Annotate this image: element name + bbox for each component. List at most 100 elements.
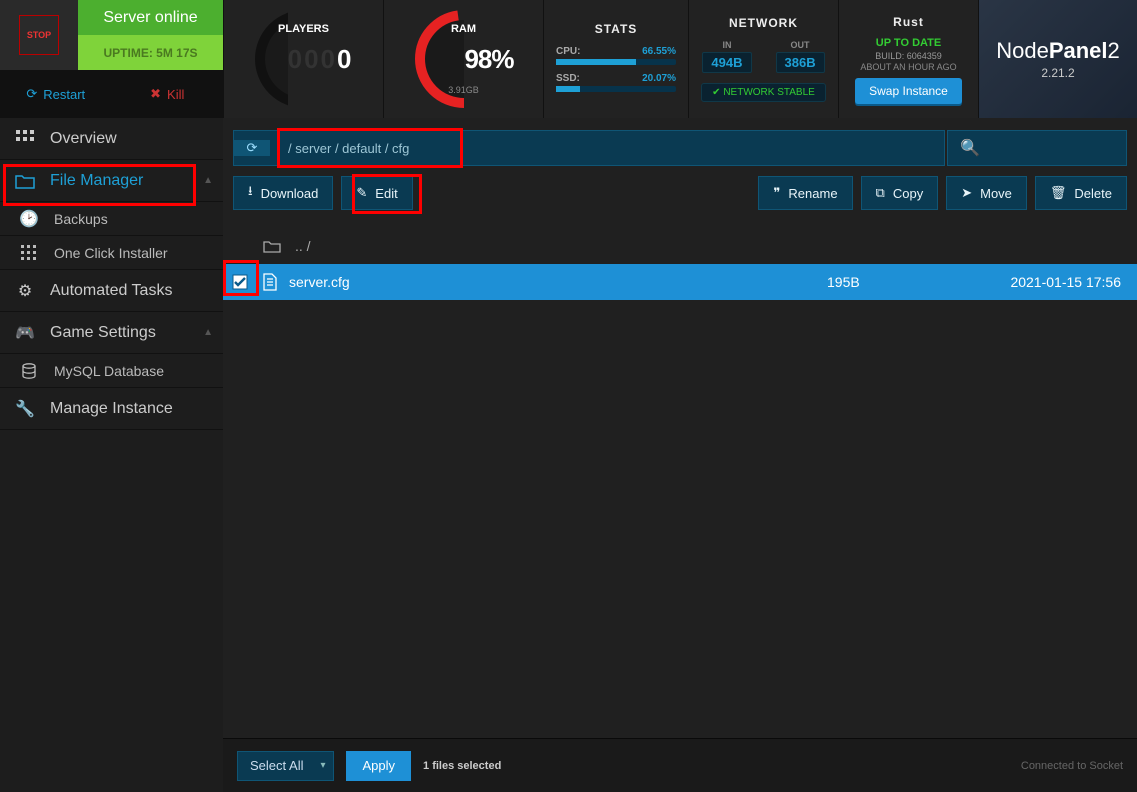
search-icon: 🔍 [960,138,980,158]
sidebar-item-manage[interactable]: 🔧 Manage Instance [0,388,223,430]
restart-button[interactable]: ⟳ Restart [0,70,112,118]
move-icon: ➤ [961,185,972,201]
database-icon [18,363,40,379]
sidebar-item-gamesettings[interactable]: 🎮 Game Settings ▲ [0,312,223,354]
restart-icon: ⟳ [26,86,37,102]
select-all-dropdown[interactable]: Select All [237,751,334,781]
gear-icon: ⚙ [14,281,36,301]
sidebar-oneclick-label: One Click Installer [54,245,168,261]
kill-label: Kill [167,87,184,102]
widget-brand: NodePanel2 2.21.2 [978,0,1137,118]
rust-build: BUILD: 6064359 [875,51,942,61]
file-row-up[interactable]: .. / [223,228,1137,264]
sidebar-item-backups[interactable]: 🕑 Backups [0,202,223,236]
copy-icon: ⧉ [876,185,885,201]
trash-icon: 🗑 [1050,185,1067,201]
refresh-icon[interactable]: ⟳ [234,140,270,156]
sidebar-manage-label: Manage Instance [50,400,173,418]
network-title: NETWORK [729,16,798,30]
grid-small-icon [18,245,40,261]
stats-title: STATS [595,22,638,36]
net-in-label: IN [702,40,751,50]
ssd-pct: 20.07% [642,73,676,84]
net-out-label: OUT [776,40,825,50]
top-bar: STOP Server online UPTIME: 5M 17S ⟳ Rest… [0,0,1137,118]
sidebar-backups-label: Backups [54,211,108,227]
file-name: server.cfg [283,274,827,290]
server-uptime: UPTIME: 5M 17S [78,35,223,70]
chevron-up-icon: ▲ [203,175,213,186]
delete-button[interactable]: 🗑 Delete [1035,176,1127,210]
sidebar-item-filemanager[interactable]: File Manager ▲ [0,160,223,202]
quote-icon: ❞ [773,185,780,201]
cpu-label: CPU: [556,46,580,57]
sidebar-mysql-label: MySQL Database [54,363,164,379]
players-value: 0 [337,44,353,74]
edit-button[interactable]: ✎ Edit [341,176,412,210]
sidebar: Overview File Manager ▲ 🕑 Backups One Cl… [0,118,223,792]
file-list: .. / server.cfg 195B 2021-01-15 17:56 [223,228,1137,300]
selection-info: 1 files selected [423,760,501,772]
restart-label: Restart [43,87,85,102]
net-in-val: 494B [702,52,751,73]
edit-icon: ✎ [356,185,367,201]
server-status: Server online [78,0,223,35]
connection-status: Connected to Socket [1021,760,1123,772]
kill-button[interactable]: ✖ Kill [112,70,224,118]
file-date: 2021-01-15 17:56 [967,274,1127,290]
widget-ram: RAM 98% 3.91GB [383,0,543,118]
sidebar-gamesettings-label: Game Settings [50,324,156,342]
widget-rust: Rust UP TO DATE BUILD: 6064359 ABOUT AN … [838,0,978,118]
gamepad-icon: 🎮 [14,323,36,343]
stop-icon: STOP [19,15,59,55]
net-out-val: 386B [776,52,825,73]
swap-instance-button[interactable]: Swap Instance [855,78,962,104]
widget-network: NETWORK IN 494B OUT 386B ✔ NETWORK STABLE [688,0,838,118]
footer-bar: Select All Apply 1 files selected Connec… [223,738,1137,792]
breadcrumb[interactable]: ⟳ / server / default / cfg [233,130,945,166]
move-label: Move [980,186,1012,201]
sidebar-automated-label: Automated Tasks [50,282,172,300]
apply-button[interactable]: Apply [346,751,411,781]
file-row[interactable]: server.cfg 195B 2021-01-15 17:56 [223,264,1137,300]
copy-button[interactable]: ⧉ Copy [861,176,939,210]
rename-label: Rename [788,186,837,201]
file-checkbox[interactable] [223,274,257,290]
rust-title: Rust [893,15,924,29]
rust-uptodate: UP TO DATE [876,37,941,49]
file-size: 195B [827,274,967,290]
delete-label: Delete [1074,186,1112,201]
brand-logo: NodePanel2 [996,38,1120,64]
kill-icon: ✖ [150,86,161,102]
download-button[interactable]: ⭳ Download [233,176,333,210]
ram-sub: 3.91GB [448,85,479,95]
download-label: Download [261,186,319,201]
ssd-label: SSD: [556,73,580,84]
sidebar-filemanager-label: File Manager [50,172,143,190]
players-label: PLAYERS [278,23,329,35]
network-stable-badge: ✔ NETWORK STABLE [701,83,826,102]
sidebar-overview-label: Overview [50,130,117,148]
edit-label: Edit [375,186,397,201]
sidebar-item-oneclick[interactable]: One Click Installer [0,236,223,270]
folder-up-icon [263,239,281,253]
ram-value: 98% [464,44,513,75]
widget-players: PLAYERS 0000 [223,0,383,118]
network-stable-text: NETWORK STABLE [723,87,815,98]
move-button[interactable]: ➤ Move [946,176,1027,210]
sidebar-item-overview[interactable]: Overview [0,118,223,160]
rename-button[interactable]: ❞ Rename [758,176,852,210]
copy-label: Copy [893,186,923,201]
rust-time: ABOUT AN HOUR AGO [860,62,956,72]
chevron-up-icon: ▲ [203,327,213,338]
sidebar-item-mysql[interactable]: MySQL Database [0,354,223,388]
clock-icon: 🕑 [18,209,40,229]
sidebar-item-automated[interactable]: ⚙ Automated Tasks [0,270,223,312]
download-icon: ⭳ [248,182,253,204]
folder-icon [14,173,36,189]
main-panel: ⟳ / server / default / cfg 🔍 ⭳ Download ✎… [223,118,1137,792]
search-input[interactable]: 🔍 [947,130,1127,166]
stop-button[interactable]: STOP [0,0,78,70]
ram-label: RAM [451,23,476,35]
widget-stats: STATS CPU:66.55% SSD:20.07% [543,0,688,118]
